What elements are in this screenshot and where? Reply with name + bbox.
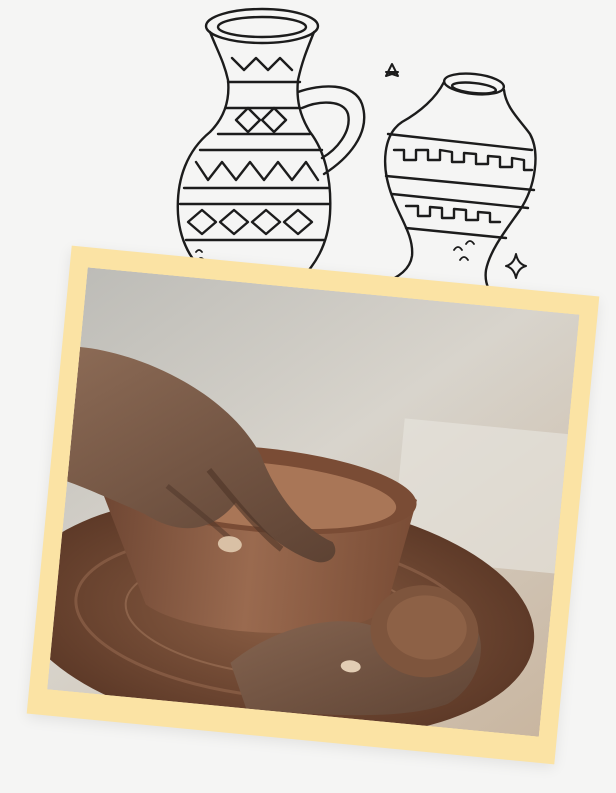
photo-frame: [26, 245, 600, 765]
sparkle-icon: [505, 253, 527, 279]
pottery-photo: [47, 267, 580, 737]
jug-doodle-icon: [176, 7, 366, 282]
star-icon: [385, 63, 399, 77]
vase-doodle-icon: [368, 72, 537, 312]
